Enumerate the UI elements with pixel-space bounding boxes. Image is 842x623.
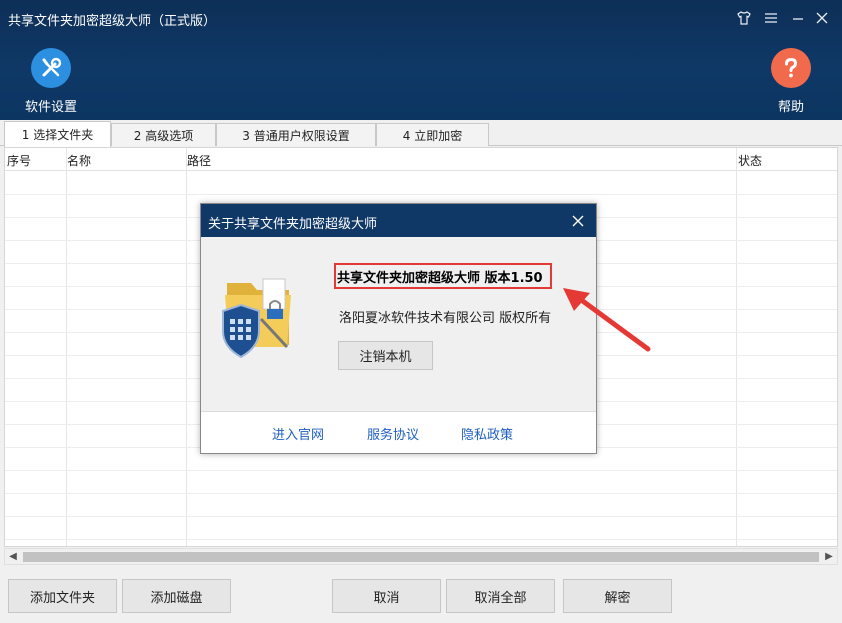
annotation-arrow-icon bbox=[563, 288, 651, 352]
close-button[interactable] bbox=[812, 7, 832, 29]
copyright-text: 洛阳夏冰软件技术有限公司 版权所有 bbox=[339, 311, 552, 326]
row-divider bbox=[5, 470, 837, 471]
tab-select-folder[interactable]: 1 选择文件夹 bbox=[4, 121, 111, 147]
scroll-right-icon[interactable]: ▶ bbox=[821, 549, 837, 564]
wrench-screwdriver-icon bbox=[31, 48, 71, 88]
menu-button[interactable] bbox=[761, 7, 781, 29]
row-divider bbox=[5, 539, 837, 540]
help-label: 帮助 bbox=[777, 100, 804, 115]
column-header-status[interactable]: 状态 bbox=[738, 152, 762, 169]
dialog-title-bar: 关于共享文件夹加密超级大师 bbox=[201, 204, 596, 237]
dialog-title: 关于共享文件夹加密超级大师 bbox=[208, 217, 378, 232]
official-site-link[interactable]: 进入官网 bbox=[272, 424, 324, 443]
add-folder-button[interactable]: 添加文件夹 bbox=[8, 579, 117, 613]
skin-button[interactable] bbox=[734, 7, 754, 29]
row-divider bbox=[5, 493, 837, 494]
minimize-icon bbox=[793, 18, 803, 20]
row-divider bbox=[5, 194, 837, 195]
column-header-name[interactable]: 名称 bbox=[67, 152, 91, 169]
tab-bar: 1 选择文件夹 2 高级选项 3 普通用户权限设置 4 立即加密 bbox=[0, 120, 842, 147]
tab-advanced-options[interactable]: 2 高级选项 bbox=[111, 123, 216, 146]
dialog-body: 共享文件夹加密超级大师 版本1.50 洛阳夏冰软件技术有限公司 版权所有 注销本… bbox=[201, 237, 596, 411]
close-icon bbox=[816, 12, 828, 24]
table-header: 序号 名称 路径 状态 bbox=[5, 148, 837, 171]
decrypt-button[interactable]: 解密 bbox=[563, 579, 672, 613]
cancel-button[interactable]: 取消 bbox=[332, 579, 441, 613]
service-agreement-link[interactable]: 服务协议 bbox=[367, 424, 419, 443]
window-title: 共享文件夹加密超级大师（正式版） bbox=[8, 14, 217, 29]
question-mark-icon bbox=[771, 48, 811, 88]
column-divider bbox=[736, 148, 737, 546]
column-divider bbox=[186, 148, 187, 546]
folder-shield-lock-icon bbox=[222, 278, 291, 359]
dialog-close-button[interactable] bbox=[570, 213, 586, 229]
tab-user-permissions[interactable]: 3 普通用户权限设置 bbox=[216, 123, 376, 146]
column-header-index[interactable]: 序号 bbox=[7, 152, 31, 169]
settings-label: 软件设置 bbox=[24, 100, 77, 115]
add-disk-button[interactable]: 添加磁盘 bbox=[122, 579, 231, 613]
scrollbar-thumb[interactable] bbox=[23, 552, 819, 562]
about-dialog: 关于共享文件夹加密超级大师 共享文件夹加密超级大师 版本1.50 洛阳夏冰软件技 bbox=[200, 203, 597, 454]
app-header: 共享文件夹加密超级大师（正式版） 软件设置 帮助 bbox=[0, 0, 842, 120]
help-tool-button[interactable]: 帮助 bbox=[751, 48, 831, 116]
horizontal-scrollbar[interactable]: ◀ ▶ bbox=[4, 548, 838, 565]
minimize-button[interactable] bbox=[788, 7, 808, 29]
product-version: 共享文件夹加密超级大师 版本1.50 bbox=[337, 271, 543, 286]
tshirt-icon bbox=[737, 11, 751, 25]
close-icon bbox=[572, 215, 584, 227]
column-divider bbox=[66, 148, 67, 546]
hamburger-menu-icon bbox=[765, 13, 777, 23]
cancel-all-button[interactable]: 取消全部 bbox=[446, 579, 555, 613]
scroll-left-icon[interactable]: ◀ bbox=[5, 549, 21, 564]
row-divider bbox=[5, 516, 837, 517]
dialog-footer: 进入官网 服务协议 隐私政策 bbox=[201, 411, 596, 453]
settings-tool-button[interactable]: 软件设置 bbox=[11, 48, 91, 116]
tab-encrypt-now[interactable]: 4 立即加密 bbox=[376, 123, 489, 146]
logout-device-button[interactable]: 注销本机 bbox=[338, 341, 433, 370]
privacy-policy-link[interactable]: 隐私政策 bbox=[461, 424, 513, 443]
column-header-path[interactable]: 路径 bbox=[187, 152, 211, 169]
